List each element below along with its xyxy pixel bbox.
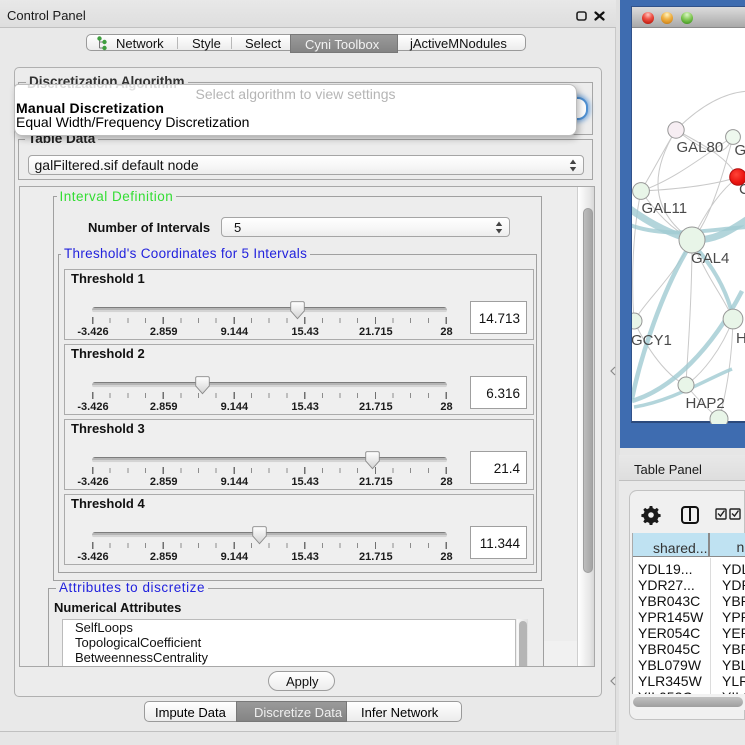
- svg-text:GAL4: GAL4: [691, 250, 729, 267]
- svg-text:H: H: [736, 330, 745, 347]
- svg-text:GA: GA: [735, 142, 745, 159]
- svg-text:C: C: [739, 181, 745, 198]
- svg-text:GAL80: GAL80: [677, 139, 724, 156]
- svg-text:GAL11: GAL11: [642, 200, 688, 217]
- svg-text:HAP2: HAP2: [686, 395, 725, 412]
- svg-text:GCY1: GCY1: [632, 332, 672, 349]
